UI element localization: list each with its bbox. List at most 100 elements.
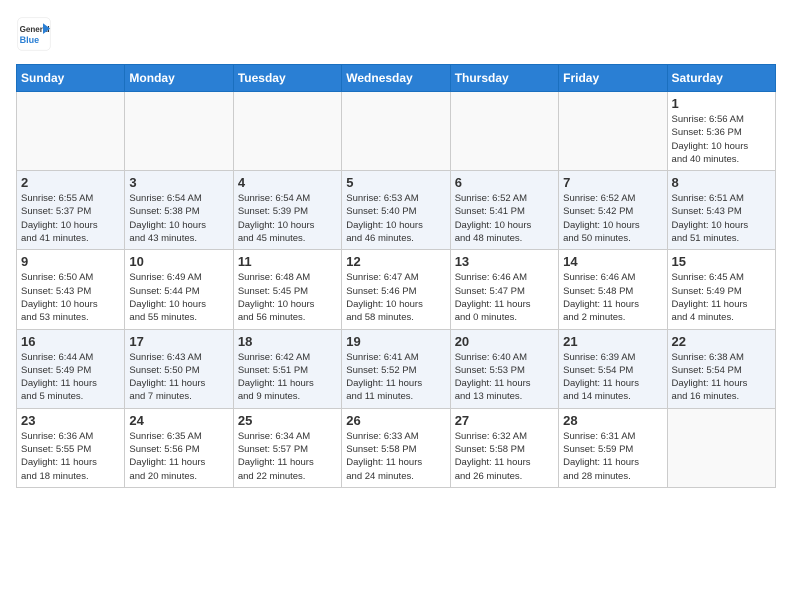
day-info: Sunrise: 6:39 AM Sunset: 5:54 PM Dayligh… [563, 351, 662, 404]
calendar-header-row: SundayMondayTuesdayWednesdayThursdayFrid… [17, 65, 776, 92]
empty-cell [17, 92, 125, 171]
day-number: 2 [21, 175, 120, 190]
empty-cell [559, 92, 667, 171]
day-info: Sunrise: 6:49 AM Sunset: 5:44 PM Dayligh… [129, 271, 228, 324]
day-cell-27: 27 Sunrise: 6:32 AM Sunset: 5:58 PM Dayli… [450, 408, 558, 487]
calendar-week-3: 9 Sunrise: 6:50 AM Sunset: 5:43 PM Daylig… [17, 250, 776, 329]
day-info: Sunrise: 6:38 AM Sunset: 5:54 PM Dayligh… [672, 351, 771, 404]
day-cell-4: 4Sunrise: 6:54 AM Sunset: 5:39 PM Daylig… [233, 171, 341, 250]
day-info: Sunrise: 6:35 AM Sunset: 5:56 PM Dayligh… [129, 430, 228, 483]
header-friday: Friday [559, 65, 667, 92]
day-cell-14: 14 Sunrise: 6:46 AM Sunset: 5:48 PM Dayli… [559, 250, 667, 329]
svg-text:Blue: Blue [20, 35, 40, 45]
empty-cell [233, 92, 341, 171]
day-number: 20 [455, 334, 554, 349]
day-cell-5: 5 Sunrise: 6:53 AM Sunset: 5:40 PM Daylig… [342, 171, 450, 250]
day-number: 5 [346, 175, 445, 190]
day-number: 14 [563, 254, 662, 269]
day-cell-25: 25 Sunrise: 6:34 AM Sunset: 5:57 PM Dayli… [233, 408, 341, 487]
page-header: General Blue [16, 16, 776, 52]
logo: General Blue [16, 16, 56, 52]
day-cell-2: 2 Sunrise: 6:55 AM Sunset: 5:37 PM Daylig… [17, 171, 125, 250]
day-number: 17 [129, 334, 228, 349]
day-cell-10: 10 Sunrise: 6:49 AM Sunset: 5:44 PM Dayli… [125, 250, 233, 329]
day-info: Sunrise: 6:43 AM Sunset: 5:50 PM Dayligh… [129, 351, 228, 404]
day-cell-18: 18 Sunrise: 6:42 AM Sunset: 5:51 PM Dayli… [233, 329, 341, 408]
day-number: 25 [238, 413, 337, 428]
day-info: Sunrise: 6:53 AM Sunset: 5:40 PM Dayligh… [346, 192, 445, 245]
day-info: Sunrise: 6:33 AM Sunset: 5:58 PM Dayligh… [346, 430, 445, 483]
day-info: Sunrise: 6:48 AM Sunset: 5:45 PM Dayligh… [238, 271, 337, 324]
day-number: 12 [346, 254, 445, 269]
empty-cell [125, 92, 233, 171]
day-info: Sunrise: 6:45 AM Sunset: 5:49 PM Dayligh… [672, 271, 771, 324]
day-info: Sunrise: 6:56 AM Sunset: 5:36 PM Dayligh… [672, 113, 771, 166]
day-cell-21: 21 Sunrise: 6:39 AM Sunset: 5:54 PM Dayli… [559, 329, 667, 408]
day-cell-23: 23 Sunrise: 6:36 AM Sunset: 5:55 PM Dayli… [17, 408, 125, 487]
day-cell-19: 19 Sunrise: 6:41 AM Sunset: 5:52 PM Dayli… [342, 329, 450, 408]
day-number: 6 [455, 175, 554, 190]
day-number: 21 [563, 334, 662, 349]
day-cell-7: 7 Sunrise: 6:52 AM Sunset: 5:42 PM Daylig… [559, 171, 667, 250]
day-info: Sunrise: 6:40 AM Sunset: 5:53 PM Dayligh… [455, 351, 554, 404]
empty-cell [450, 92, 558, 171]
day-number: 4 [238, 175, 337, 190]
day-number: 28 [563, 413, 662, 428]
day-number: 7 [563, 175, 662, 190]
day-cell-11: 11 Sunrise: 6:48 AM Sunset: 5:45 PM Dayli… [233, 250, 341, 329]
day-info: Sunrise: 6:32 AM Sunset: 5:58 PM Dayligh… [455, 430, 554, 483]
empty-cell [342, 92, 450, 171]
day-number: 3 [129, 175, 228, 190]
day-info: Sunrise: 6:44 AM Sunset: 5:49 PM Dayligh… [21, 351, 120, 404]
calendar-week-1: 1Sunrise: 6:56 AM Sunset: 5:36 PM Daylig… [17, 92, 776, 171]
day-info: Sunrise: 6:31 AM Sunset: 5:59 PM Dayligh… [563, 430, 662, 483]
calendar-week-5: 23 Sunrise: 6:36 AM Sunset: 5:55 PM Dayli… [17, 408, 776, 487]
day-number: 24 [129, 413, 228, 428]
day-cell-12: 12 Sunrise: 6:47 AM Sunset: 5:46 PM Dayli… [342, 250, 450, 329]
day-number: 19 [346, 334, 445, 349]
day-cell-3: 3Sunrise: 6:54 AM Sunset: 5:38 PM Daylig… [125, 171, 233, 250]
calendar-week-4: 16 Sunrise: 6:44 AM Sunset: 5:49 PM Dayli… [17, 329, 776, 408]
day-cell-13: 13 Sunrise: 6:46 AM Sunset: 5:47 PM Dayli… [450, 250, 558, 329]
day-cell-15: 15 Sunrise: 6:45 AM Sunset: 5:49 PM Dayli… [667, 250, 775, 329]
calendar-week-2: 2 Sunrise: 6:55 AM Sunset: 5:37 PM Daylig… [17, 171, 776, 250]
day-info: Sunrise: 6:42 AM Sunset: 5:51 PM Dayligh… [238, 351, 337, 404]
day-cell-8: 8Sunrise: 6:51 AM Sunset: 5:43 PM Daylig… [667, 171, 775, 250]
day-number: 9 [21, 254, 120, 269]
day-info: Sunrise: 6:34 AM Sunset: 5:57 PM Dayligh… [238, 430, 337, 483]
empty-cell [667, 408, 775, 487]
day-cell-28: 28 Sunrise: 6:31 AM Sunset: 5:59 PM Dayli… [559, 408, 667, 487]
header-sunday: Sunday [17, 65, 125, 92]
day-number: 11 [238, 254, 337, 269]
day-info: Sunrise: 6:41 AM Sunset: 5:52 PM Dayligh… [346, 351, 445, 404]
day-number: 10 [129, 254, 228, 269]
day-number: 26 [346, 413, 445, 428]
day-info: Sunrise: 6:52 AM Sunset: 5:42 PM Dayligh… [563, 192, 662, 245]
calendar: SundayMondayTuesdayWednesdayThursdayFrid… [16, 64, 776, 488]
header-monday: Monday [125, 65, 233, 92]
logo-icon: General Blue [16, 16, 52, 52]
day-number: 18 [238, 334, 337, 349]
day-info: Sunrise: 6:55 AM Sunset: 5:37 PM Dayligh… [21, 192, 120, 245]
day-info: Sunrise: 6:36 AM Sunset: 5:55 PM Dayligh… [21, 430, 120, 483]
day-info: Sunrise: 6:52 AM Sunset: 5:41 PM Dayligh… [455, 192, 554, 245]
day-cell-16: 16 Sunrise: 6:44 AM Sunset: 5:49 PM Dayli… [17, 329, 125, 408]
day-info: Sunrise: 6:46 AM Sunset: 5:47 PM Dayligh… [455, 271, 554, 324]
day-number: 27 [455, 413, 554, 428]
day-cell-17: 17 Sunrise: 6:43 AM Sunset: 5:50 PM Dayli… [125, 329, 233, 408]
day-number: 15 [672, 254, 771, 269]
day-number: 23 [21, 413, 120, 428]
day-cell-22: 22 Sunrise: 6:38 AM Sunset: 5:54 PM Dayli… [667, 329, 775, 408]
day-cell-9: 9 Sunrise: 6:50 AM Sunset: 5:43 PM Daylig… [17, 250, 125, 329]
day-info: Sunrise: 6:46 AM Sunset: 5:48 PM Dayligh… [563, 271, 662, 324]
day-number: 22 [672, 334, 771, 349]
day-number: 13 [455, 254, 554, 269]
day-number: 16 [21, 334, 120, 349]
day-cell-24: 24 Sunrise: 6:35 AM Sunset: 5:56 PM Dayli… [125, 408, 233, 487]
day-cell-26: 26 Sunrise: 6:33 AM Sunset: 5:58 PM Dayli… [342, 408, 450, 487]
day-info: Sunrise: 6:47 AM Sunset: 5:46 PM Dayligh… [346, 271, 445, 324]
day-cell-6: 6 Sunrise: 6:52 AM Sunset: 5:41 PM Daylig… [450, 171, 558, 250]
header-saturday: Saturday [667, 65, 775, 92]
day-info: Sunrise: 6:50 AM Sunset: 5:43 PM Dayligh… [21, 271, 120, 324]
header-tuesday: Tuesday [233, 65, 341, 92]
